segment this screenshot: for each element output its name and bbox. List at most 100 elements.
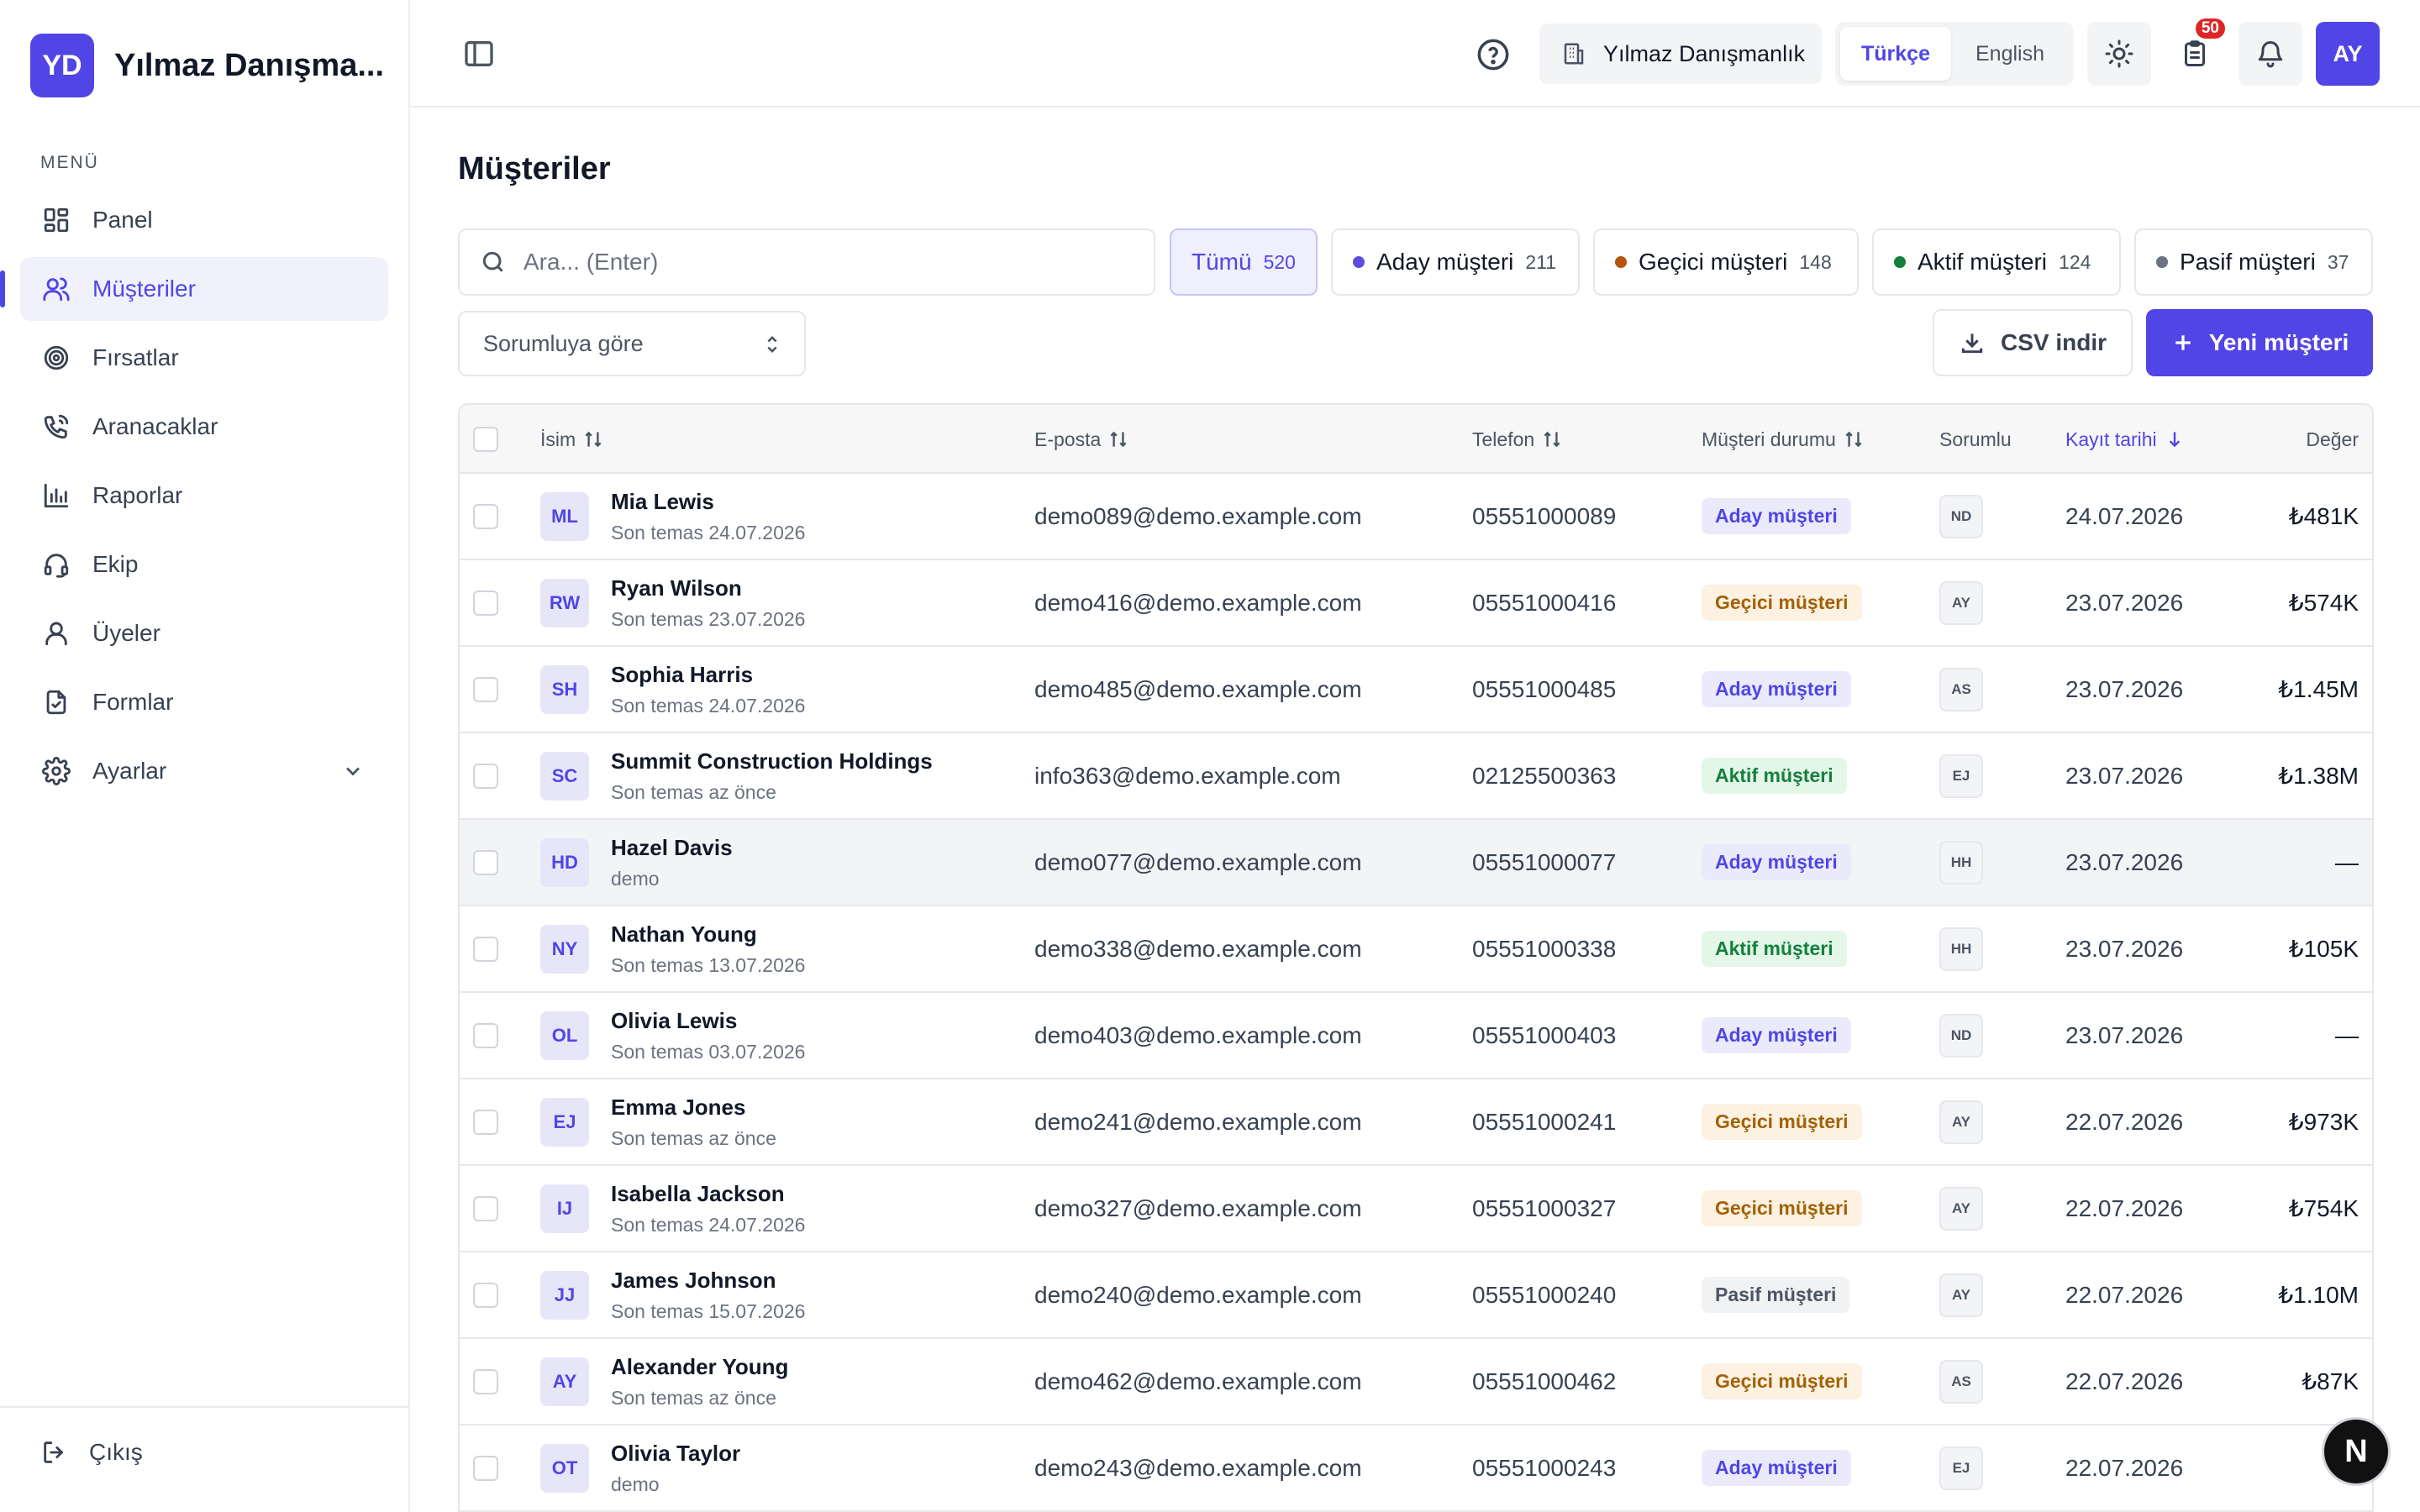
csv-download-button[interactable]: CSV indir: [1933, 309, 2133, 376]
user-avatar[interactable]: AY: [2316, 22, 2380, 86]
table-row[interactable]: JJ James Johnson Son temas 15.07.2026 demo2…: [460, 1252, 2372, 1339]
row-checkbox[interactable]: [473, 1079, 498, 1164]
table-row[interactable]: SH Sophia Harris Son temas 24.07.2026 demo4…: [460, 647, 2372, 733]
table-row[interactable]: ML Mia Lewis Son temas 24.07.2026 demo089@d…: [460, 474, 2372, 560]
filter-chip[interactable]: Pasif müşteri 37: [2134, 228, 2373, 296]
status-badge: Geçici müşteri: [1702, 1190, 1862, 1226]
filter-label: Tümü: [1192, 249, 1252, 275]
sidebar-item-f-rsatlar[interactable]: Fırsatlar: [20, 326, 388, 390]
name-cell[interactable]: JJ James Johnson Son temas 15.07.2026: [540, 1252, 805, 1337]
email: demo243@demo.example.com: [1034, 1454, 1362, 1481]
row-checkbox[interactable]: [473, 1425, 498, 1510]
download-icon: [1961, 333, 1983, 354]
avatar: IJ: [540, 1184, 589, 1233]
row-checkbox[interactable]: [473, 1252, 498, 1337]
lang-tr-button[interactable]: Türkçe: [1840, 27, 1951, 81]
name-cell[interactable]: AY Alexander Young Son temas az önce: [540, 1339, 788, 1424]
last-contact: Son temas 23.07.2026: [611, 607, 806, 630]
last-contact: Son temas 13.07.2026: [611, 953, 806, 976]
col-value-header[interactable]: Değer: [2306, 405, 2359, 474]
table-row[interactable]: SC Summit Construction Holdings Son temas …: [460, 733, 2372, 820]
col-status-header[interactable]: Müşteri durumu: [1702, 405, 1865, 474]
table-row[interactable]: HD Hazel Davis demo demo077@demo.example.co…: [460, 820, 2372, 906]
filter-count: 124: [2059, 250, 2091, 273]
name-cell[interactable]: OL Olivia Lewis Son temas 03.07.2026: [540, 993, 805, 1078]
col-phone-header[interactable]: Telefon: [1472, 405, 1563, 474]
notifications-button[interactable]: [2238, 22, 2302, 86]
row-checkbox[interactable]: [473, 906, 498, 991]
row-checkbox[interactable]: [473, 560, 498, 645]
search-input[interactable]: [523, 249, 1128, 276]
tasks-button[interactable]: 50: [2163, 18, 2227, 86]
row-checkbox[interactable]: [473, 993, 498, 1078]
last-contact: Son temas az önce: [611, 1386, 776, 1409]
company-switcher[interactable]: Yılmaz Danışmanlık: [1539, 24, 1822, 84]
plus-icon: [2175, 335, 2191, 350]
filter-chip[interactable]: Aktif müşteri 124: [1872, 228, 2121, 296]
table-row[interactable]: OL Olivia Lewis Son temas 03.07.2026 demo40…: [460, 993, 2372, 1079]
status-dot: [2156, 256, 2168, 268]
filter-chip[interactable]: Geçici müşteri 148: [1593, 228, 1859, 296]
name-cell[interactable]: ML Mia Lewis Son temas 24.07.2026: [540, 474, 805, 559]
company-name: Yılmaz Danışmanlık: [1603, 40, 1806, 66]
new-customer-button[interactable]: Yeni müşteri: [2146, 309, 2373, 376]
table-row[interactable]: IJ Isabella Jackson Son temas 24.07.2026 de…: [460, 1166, 2372, 1252]
lang-en-button[interactable]: English: [1954, 27, 2065, 81]
row-checkbox[interactable]: [473, 733, 498, 818]
sidebar-item-ekip[interactable]: Ekip: [20, 533, 388, 596]
filter-label: Geçici müşteri: [1639, 249, 1788, 275]
col-email-header[interactable]: E-posta: [1034, 405, 1129, 474]
name-cell[interactable]: HD Hazel Davis demo: [540, 820, 733, 905]
email: demo240@demo.example.com: [1034, 1281, 1362, 1308]
row-checkbox[interactable]: [473, 1339, 498, 1424]
name-cell[interactable]: RW Ryan Wilson Son temas 23.07.2026: [540, 560, 805, 645]
email: demo089@demo.example.com: [1034, 502, 1362, 529]
sidebar-item-formlar[interactable]: Formlar: [20, 670, 388, 734]
help-icon[interactable]: [1476, 37, 1511, 72]
name-cell[interactable]: OT Olivia Taylor demo: [540, 1425, 740, 1510]
table-row[interactable]: NY Nathan Young Son temas 13.07.2026 demo33…: [460, 906, 2372, 993]
logout-button[interactable]: Çıkış: [40, 1438, 143, 1467]
row-checkbox[interactable]: [473, 820, 498, 905]
row-checkbox[interactable]: [473, 1166, 498, 1251]
table-row[interactable]: EJ Emma Jones Son temas az önce demo241@dem…: [460, 1079, 2372, 1166]
select-all-checkbox[interactable]: [473, 405, 498, 474]
filter-chip[interactable]: Aday müşteri 211: [1331, 228, 1580, 296]
last-contact: demo: [611, 867, 660, 890]
table-row[interactable]: OT Olivia Taylor demo demo243@demo.example.…: [460, 1425, 2372, 1512]
sidebar-item-raporlar[interactable]: Raporlar: [20, 464, 388, 528]
email: demo338@demo.example.com: [1034, 935, 1362, 962]
name-cell[interactable]: IJ Isabella Jackson Son temas 24.07.2026: [540, 1166, 805, 1251]
email: demo327@demo.example.com: [1034, 1194, 1362, 1221]
table-row[interactable]: AY Alexander Young Son temas az önce demo46…: [460, 1339, 2372, 1425]
floating-action-button[interactable]: N: [2324, 1420, 2388, 1483]
sort-icon: [1544, 431, 1560, 448]
phone: 05551000462: [1472, 1368, 1617, 1394]
name-cell[interactable]: SH Sophia Harris Son temas 24.07.2026: [540, 647, 805, 732]
name-cell[interactable]: SC Summit Construction Holdings Son temas …: [540, 733, 933, 818]
brand[interactable]: YD Yılmaz Danışma...: [30, 34, 384, 97]
email: demo403@demo.example.com: [1034, 1021, 1362, 1048]
sidebar-item--yeler[interactable]: Üyeler: [20, 601, 388, 665]
row-checkbox[interactable]: [473, 474, 498, 559]
table-row[interactable]: RW Ryan Wilson Son temas 23.07.2026 demo416…: [460, 560, 2372, 647]
name-cell[interactable]: EJ Emma Jones Son temas az önce: [540, 1079, 776, 1164]
sidebar-toggle-button[interactable]: [462, 37, 496, 71]
row-checkbox[interactable]: [473, 647, 498, 732]
theme-toggle-button[interactable]: [2087, 22, 2151, 86]
col-date-header[interactable]: Kayıt tarihi: [2065, 405, 2186, 474]
registration-date: 22.07.2026: [2065, 1454, 2184, 1481]
sidebar-item-m-teriler[interactable]: Müşteriler: [0, 257, 388, 321]
sidebar-item-panel[interactable]: Panel: [20, 188, 388, 252]
name-cell[interactable]: NY Nathan Young Son temas 13.07.2026: [540, 906, 805, 991]
sidebar-item-label: Müşteriler: [92, 276, 196, 302]
filter-chip[interactable]: Tümü 520: [1170, 228, 1318, 296]
owner-filter-select[interactable]: Sorumluya göre: [458, 311, 806, 376]
sidebar-item-aranacaklar[interactable]: Aranacaklar: [20, 395, 388, 459]
sidebar-item-ayarlar[interactable]: Ayarlar: [20, 739, 388, 803]
sidebar-toggle-icon: [465, 41, 493, 66]
filter-label: Aktif müşteri: [1918, 249, 2048, 275]
owner-badge: ND: [1939, 494, 1983, 538]
col-name-header[interactable]: İsim: [540, 405, 604, 474]
search-box[interactable]: [458, 228, 1155, 296]
